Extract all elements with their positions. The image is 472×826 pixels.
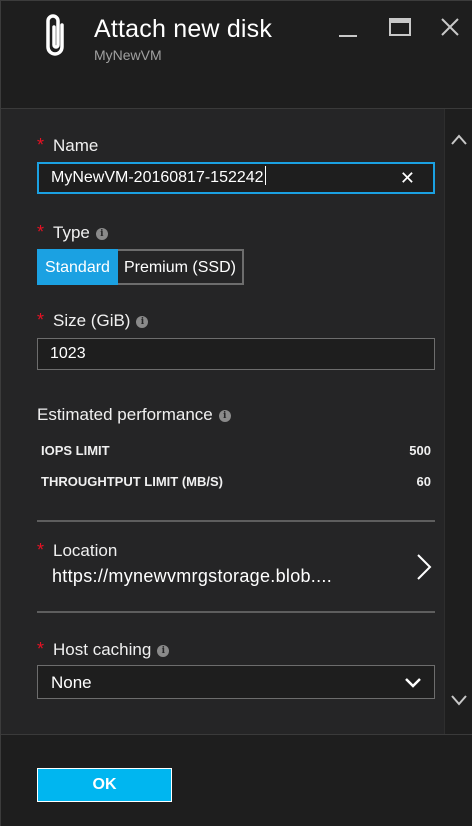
required-marker: * [37,310,45,330]
perf-row-name: THROUGHTPUT LIMIT (MB/S) [41,474,223,489]
scroll-up-icon[interactable] [450,131,468,149]
perf-row-name: IOPS LIMIT [41,443,110,458]
scroll-down-icon[interactable] [450,691,468,709]
text-caret [264,166,266,185]
location-value: https://mynewvmrgstorage.blob.... [52,566,333,586]
estimated-performance-label: Estimated performance i [37,405,231,425]
chevron-right-icon [417,554,432,580]
name-label: * Name [37,135,99,155]
close-icon[interactable] [435,13,465,43]
vertical-scrollbar[interactable] [444,109,472,734]
perf-row-value: 500 [409,443,431,458]
location-selector[interactable]: * Location https://mynewvmrgstorage.blob.… [37,534,435,612]
form-content: * Name MyNewVM-20160817-152242 ✕ * Type i S… [1,109,444,734]
info-icon[interactable]: i [136,316,149,328]
host-caching-dropdown[interactable]: None [37,665,435,699]
perf-row-value: 60 [416,474,431,489]
paperclip-icon [46,14,64,56]
required-marker: * [37,222,45,242]
info-icon[interactable]: i [218,410,231,422]
chevron-down-icon [405,678,421,688]
blade-header: Attach new disk MyNewVM [1,1,472,109]
divider [37,611,435,613]
size-input[interactable]: 1023 [37,338,435,370]
name-input-value: MyNewVM-20160817-152242 [51,169,264,186]
size-input-value: 1023 [50,345,86,362]
host-caching-value: None [51,673,92,692]
perf-row-throughput: THROUGHTPUT LIMIT (MB/S) 60 [41,474,431,489]
minimize-icon[interactable] [334,13,364,43]
ok-button[interactable]: OK [37,768,172,802]
maximize-icon[interactable] [385,13,415,43]
clear-icon[interactable]: ✕ [400,164,415,192]
type-selector: Standard Premium (SSD) [37,249,244,285]
required-marker: * [37,540,45,560]
type-option-premium-ssd[interactable]: Premium (SSD) [117,249,244,285]
type-label: * Type i [37,222,108,243]
info-icon[interactable]: i [157,645,170,657]
info-icon[interactable]: i [95,228,108,240]
host-caching-label: * Host caching i [37,639,170,660]
blade-title: Attach new disk [94,15,273,43]
attach-disk-blade: Attach new disk MyNewVM * Name MyNewVM-20… [0,0,472,826]
required-marker: * [37,639,45,659]
perf-row-iops: IOPS LIMIT 500 [41,443,431,458]
location-label: * Location [37,540,118,560]
divider [37,520,435,522]
name-input[interactable]: MyNewVM-20160817-152242 ✕ [37,162,435,194]
type-option-standard[interactable]: Standard [37,249,118,285]
blade-footer: OK [1,734,472,826]
required-marker: * [37,135,45,155]
blade-subtitle: MyNewVM [94,47,162,63]
size-label: * Size (GiB) i [37,310,149,331]
